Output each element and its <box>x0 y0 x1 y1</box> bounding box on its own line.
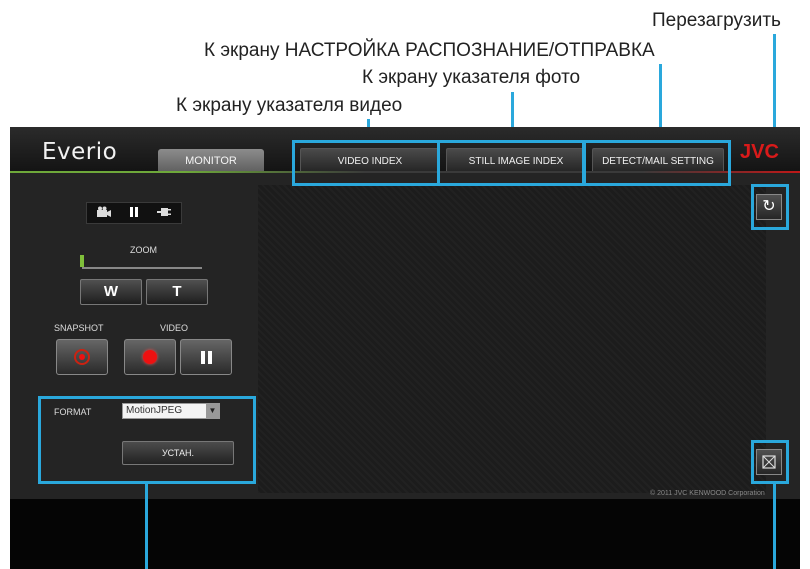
refresh-icon: ↻ <box>762 198 776 215</box>
copyright-text: © 2011 JVC KENWOOD Corporation <box>650 490 765 497</box>
jvc-logo: JVC <box>740 141 779 163</box>
format-select[interactable]: MotionJPEG ▼ <box>122 403 220 419</box>
bottom-strip <box>10 499 800 569</box>
pause-mode-icon[interactable] <box>129 206 139 221</box>
callout-video-index: К экрану указателя видео <box>176 95 403 116</box>
snapshot-icon <box>74 349 90 365</box>
pause-button[interactable] <box>180 339 232 375</box>
pause-icon <box>200 350 212 364</box>
zoom-tele-button[interactable]: T <box>146 279 208 305</box>
snapshot-label: SNAPSHOT <box>54 323 104 333</box>
record-button[interactable] <box>124 339 176 375</box>
everio-logo: Everio <box>42 139 118 165</box>
zoom-wide-button[interactable]: W <box>80 279 142 305</box>
plug-icon[interactable] <box>156 206 172 221</box>
live-video-view <box>258 185 766 493</box>
leader-line-fullscreen <box>773 484 776 569</box>
format-select-value: MotionJPEG <box>126 405 183 416</box>
video-label: VIDEO <box>160 323 189 333</box>
fullscreen-button[interactable] <box>756 449 782 475</box>
fullscreen-icon <box>762 455 776 469</box>
callout-still-index: К экрану указателя фото <box>362 67 581 88</box>
record-icon <box>143 350 157 364</box>
chevron-down-icon[interactable]: ▼ <box>206 404 219 418</box>
mode-selector[interactable] <box>86 202 182 224</box>
leader-line-format <box>145 484 148 569</box>
tab-monitor[interactable]: MONITOR <box>158 149 264 173</box>
everio-app-window: Everio MONITOR VIDEO INDEX STILL IMAGE I… <box>10 127 800 569</box>
callout-reload: Перезагрузить <box>652 10 781 31</box>
viewer-frame-top <box>258 173 766 185</box>
zoom-slider-thumb[interactable] <box>80 255 84 267</box>
camera-mode-icon[interactable] <box>96 206 112 221</box>
set-format-button[interactable]: УСТАН. <box>122 441 234 465</box>
zoom-label: ZOOM <box>130 245 157 255</box>
format-label: FORMAT <box>54 407 92 417</box>
callout-detect-mail: К экрану НАСТРОЙКА РАСПОЗНАНИЕ/ОТПРАВКА <box>204 40 655 61</box>
zoom-slider-track[interactable] <box>82 267 202 269</box>
snapshot-button[interactable] <box>56 339 108 375</box>
top-bar: Everio MONITOR VIDEO INDEX STILL IMAGE I… <box>10 127 800 174</box>
reload-button[interactable]: ↻ <box>756 194 782 220</box>
